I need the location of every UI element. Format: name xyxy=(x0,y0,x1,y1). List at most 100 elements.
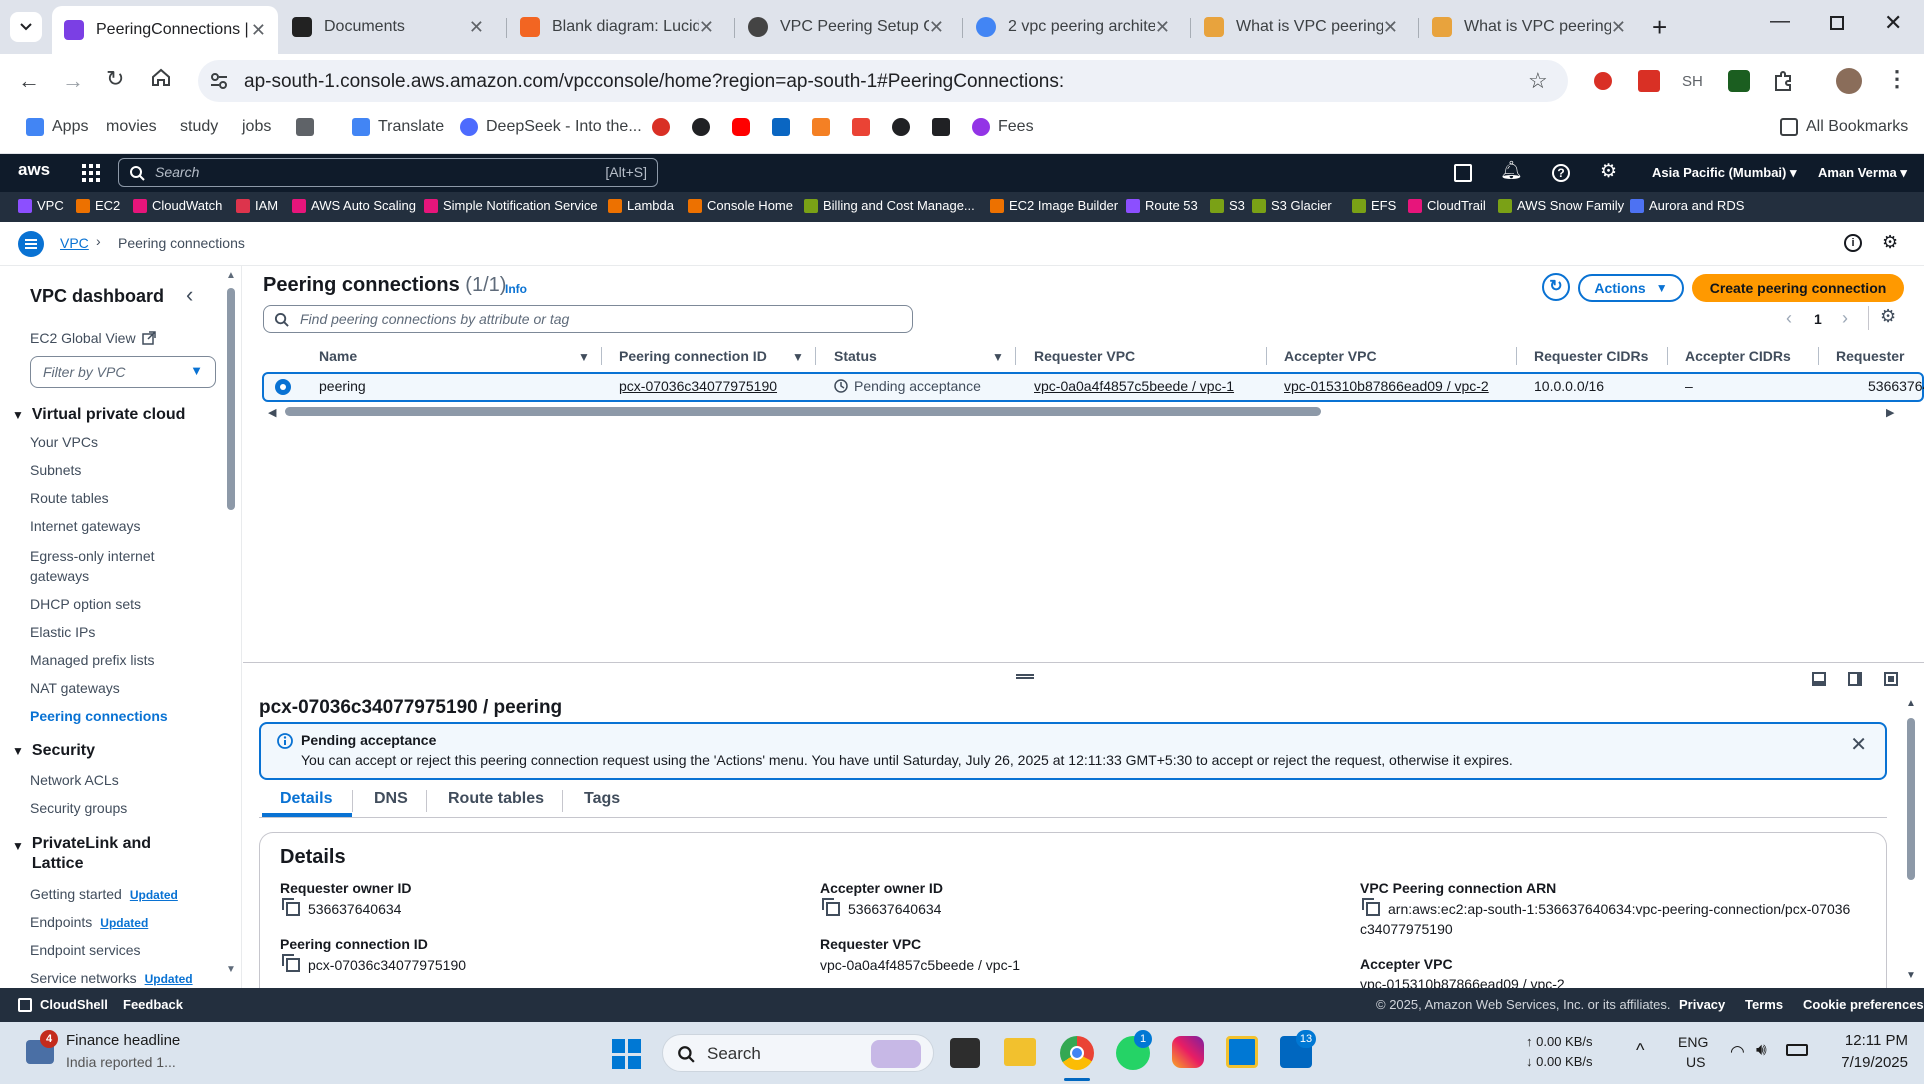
fav-ec2-image-builder[interactable]: EC2 Image Builder xyxy=(990,198,1118,213)
sidebar-item-peering-connections[interactable]: Peering connections xyxy=(30,708,168,724)
sidebar-title[interactable]: VPC dashboard xyxy=(30,286,164,307)
cell-accepter-vpc-link[interactable]: vpc-015310b87866ead09 / vpc-2 xyxy=(1284,378,1489,394)
new-tab-button[interactable]: + xyxy=(1652,12,1667,43)
sidebar-item-endpoint-services[interactable]: Endpoint services xyxy=(30,942,141,958)
scroll-down-icon[interactable]: ▼ xyxy=(226,964,236,975)
news-title[interactable]: Finance headline xyxy=(66,1032,180,1049)
cell-peering-id-link[interactable]: pcx-07036c34077975190 xyxy=(619,378,777,394)
scrollbar-thumb[interactable] xyxy=(227,288,235,510)
col-header-requester[interactable]: Requester xyxy=(1836,348,1904,364)
scroll-down-icon[interactable]: ▼ xyxy=(1906,970,1916,981)
section-security[interactable]: ▼ Security xyxy=(12,742,95,760)
panel-full-icon[interactable] xyxy=(1884,672,1898,686)
settings-gear-icon[interactable]: ⚙ xyxy=(1600,160,1617,183)
fav-lambda[interactable]: Lambda xyxy=(608,198,674,213)
tab-vpc-peering-setup[interactable]: VPC Peering Setup G ✕ xyxy=(736,8,956,46)
refresh-button[interactable]: ↻ xyxy=(1542,273,1570,301)
fav-cloudtrail[interactable]: CloudTrail xyxy=(1408,198,1486,213)
col-header-peering-id[interactable]: Peering connection ID xyxy=(619,348,767,364)
copy-icon[interactable] xyxy=(282,898,300,916)
panel-bottom-icon[interactable] xyxy=(1812,672,1826,686)
accepter-vpc-link[interactable]: vpc-015310b87866ead09 / vpc-2 xyxy=(1360,976,1565,988)
col-header-name[interactable]: Name xyxy=(319,348,357,364)
breadcrumb-vpc-link[interactable]: VPC xyxy=(60,235,89,251)
extension-icon[interactable] xyxy=(1594,72,1612,90)
cloudshell-link[interactable]: CloudShell xyxy=(40,997,108,1012)
bookmark-translate[interactable]: Translate xyxy=(352,118,444,136)
cell-requester-vpc-link[interactable]: vpc-0a0a4f4857c5beede / vpc-1 xyxy=(1034,378,1234,394)
close-icon[interactable]: ✕ xyxy=(251,20,266,41)
region-selector[interactable]: Asia Pacific (Mumbai) ▾ xyxy=(1652,165,1797,181)
page-number[interactable]: 1 xyxy=(1814,311,1822,327)
fav-snow-family[interactable]: AWS Snow Family xyxy=(1498,198,1624,213)
aws-logo[interactable]: aws xyxy=(18,160,50,180)
col-header-accepter-cidrs[interactable]: Accepter CIDRs xyxy=(1685,348,1791,364)
profile-extension-label[interactable]: SH xyxy=(1682,73,1703,90)
panel-side-icon[interactable] xyxy=(1848,672,1862,686)
aws-search-input[interactable]: Search [Alt+S] xyxy=(118,158,658,187)
bookmark-lambdatest[interactable] xyxy=(932,118,958,136)
url-text[interactable]: ap-south-1.console.aws.amazon.com/vpccon… xyxy=(244,71,1064,93)
horizontal-scrollbar-thumb[interactable] xyxy=(285,407,1321,416)
copy-icon[interactable] xyxy=(1362,898,1380,916)
close-icon[interactable]: ✕ xyxy=(1850,732,1867,757)
cloudshell-icon[interactable] xyxy=(1454,164,1472,182)
table-search-input[interactable]: Find peering connections by attribute or… xyxy=(263,305,913,333)
sidebar-item-network-acls[interactable]: Network ACLs xyxy=(30,772,119,788)
bookmark-jobs[interactable]: jobs xyxy=(242,118,271,136)
close-icon[interactable]: ✕ xyxy=(1155,17,1170,38)
v-extension-icon[interactable] xyxy=(1728,70,1750,92)
chrome-menu-icon[interactable]: ⋮ xyxy=(1886,66,1908,92)
sidebar-item-egress-only-gateways[interactable]: Egress-only internet gateways xyxy=(30,546,180,586)
sort-icon[interactable]: ▼ xyxy=(992,350,1004,364)
bookmark-grid[interactable] xyxy=(296,118,322,136)
close-icon[interactable]: ✕ xyxy=(929,17,944,38)
language-indicator[interactable]: ENG xyxy=(1678,1034,1708,1050)
tab-tags[interactable]: Tags xyxy=(584,790,620,808)
bookmark-movies[interactable]: movies xyxy=(106,118,157,136)
notifications-bell-icon[interactable]: 🔔︎ xyxy=(1500,160,1523,181)
sidebar-item-getting-started[interactable]: Getting started Updated xyxy=(30,886,178,902)
taskbar-search[interactable]: Search xyxy=(662,1034,934,1072)
sidebar-item-subnets[interactable]: Subnets xyxy=(30,462,81,478)
bookmark-1[interactable] xyxy=(652,118,678,136)
scroll-up-icon[interactable]: ▲ xyxy=(226,270,236,281)
bookmark-linkedin[interactable] xyxy=(772,118,798,136)
avatar[interactable] xyxy=(1836,68,1862,94)
tab-documents[interactable]: Documents ✕ xyxy=(280,8,496,46)
tab-details[interactable]: Details xyxy=(280,790,332,808)
col-header-accepter-vpc[interactable]: Accepter VPC xyxy=(1284,348,1377,364)
fav-cloudwatch[interactable]: CloudWatch xyxy=(133,198,222,213)
scrollbar-thumb[interactable] xyxy=(1907,718,1915,880)
tab-google-search[interactable]: 2 vpc peering archite ✕ xyxy=(964,8,1182,46)
sidebar-item-service-networks[interactable]: Service networks Updated xyxy=(30,970,193,986)
section-privatelink[interactable]: ▼ PrivateLink and Lattice xyxy=(12,834,172,874)
region-indicator[interactable]: US xyxy=(1686,1054,1705,1070)
fav-route53[interactable]: Route 53 xyxy=(1126,198,1198,213)
sidebar-item-dhcp-options[interactable]: DHCP option sets xyxy=(30,596,141,612)
bookmark-youtube[interactable] xyxy=(732,118,758,136)
col-header-requester-cidrs[interactable]: Requester CIDRs xyxy=(1534,348,1648,364)
section-virtual-private-cloud[interactable]: ▼ Virtual private cloud xyxy=(12,406,185,424)
sidebar-item-internet-gateways[interactable]: Internet gateways xyxy=(30,518,141,534)
cookie-preferences-link[interactable]: Cookie preferences xyxy=(1803,997,1924,1012)
feedback-link[interactable]: Feedback xyxy=(123,997,183,1012)
help-icon[interactable]: ? xyxy=(1552,164,1570,182)
sidebar-item-endpoints[interactable]: Endpoints Updated xyxy=(30,914,148,930)
sidebar-item-nat-gateways[interactable]: NAT gateways xyxy=(30,680,120,696)
fav-iam[interactable]: IAM xyxy=(236,198,278,213)
clock-time[interactable]: 12:11 PM xyxy=(1838,1032,1908,1049)
scroll-up-icon[interactable]: ▲ xyxy=(1906,698,1916,709)
account-menu[interactable]: Aman Verma ▾ xyxy=(1818,165,1907,181)
terms-link[interactable]: Terms xyxy=(1745,997,1783,1012)
privacy-link[interactable]: Privacy xyxy=(1679,997,1725,1012)
tab-what-is-vpc-2[interactable]: What is VPC peering ✕ xyxy=(1420,8,1638,46)
bookmark-star-icon[interactable]: ☆ xyxy=(1528,68,1548,94)
settings-icon[interactable]: ⚙ xyxy=(1882,232,1898,253)
pdf-extension-icon[interactable] xyxy=(1638,70,1660,92)
sidebar-item-route-tables[interactable]: Route tables xyxy=(30,490,109,506)
tab-dns[interactable]: DNS xyxy=(374,790,408,808)
bookmark-deepseek[interactable]: DeepSeek - Into the... xyxy=(460,118,642,136)
bookmark-apps[interactable]: Apps xyxy=(26,118,88,136)
forward-button[interactable]: → xyxy=(62,68,84,94)
